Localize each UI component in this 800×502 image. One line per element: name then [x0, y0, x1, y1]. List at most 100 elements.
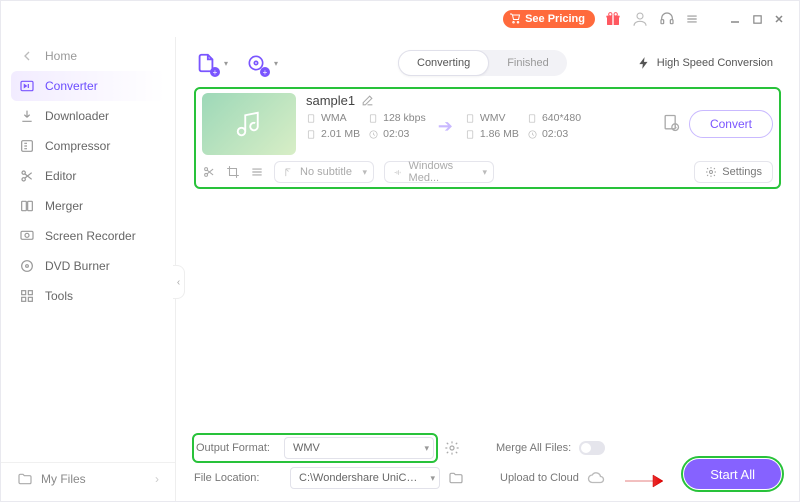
file-location-value: C:\Wondershare UniConverter 1 — [299, 472, 419, 484]
window-maximize-button[interactable] — [751, 13, 763, 25]
avatar-icon[interactable] — [631, 10, 649, 28]
file-card-highlight: sample1 WMA 2.01 MB 128 kbps 02:03 — [194, 87, 781, 189]
audio-value: Windows Med... — [409, 160, 477, 184]
output-format-dropdown[interactable]: WMV ▾ — [284, 437, 434, 459]
trim-icon[interactable] — [202, 165, 216, 179]
src-format: WMA — [306, 112, 360, 124]
sidebar-home[interactable]: Home — [11, 41, 165, 71]
sidebar-item-downloader[interactable]: Downloader — [11, 101, 165, 131]
sidebar-item-label: Merger — [45, 199, 83, 213]
sidebar-item-label: Tools — [45, 289, 73, 303]
subtitle-dropdown[interactable]: No subtitle ▾ — [274, 161, 374, 183]
my-files-label: My Files — [41, 472, 86, 486]
src-size: 2.01 MB — [306, 128, 360, 140]
dst-format: WMV — [465, 112, 519, 124]
output-settings-icon[interactable] — [444, 440, 460, 456]
annotation-arrow — [623, 471, 665, 491]
output-format-label: Output Format: — [196, 442, 284, 454]
merge-label: Merge All Files: — [496, 442, 571, 454]
content-toolbar: + ▾ + ▾ Converting Finished High Speed C… — [194, 45, 781, 81]
start-all-button[interactable]: Start All — [684, 459, 781, 489]
sidebar-item-label: Editor — [45, 169, 76, 183]
file-title: sample1 — [306, 93, 355, 108]
open-folder-icon[interactable] — [448, 470, 464, 486]
add-file-button[interactable]: + ▾ — [194, 51, 218, 75]
cloud-icon[interactable] — [587, 469, 605, 487]
sidebar-item-label: Downloader — [45, 109, 109, 123]
scissors-icon — [19, 168, 35, 184]
high-speed-toggle[interactable]: High Speed Conversion — [637, 56, 773, 70]
file-location-label: File Location: — [194, 472, 282, 484]
sidebar-item-merger[interactable]: Merger — [11, 191, 165, 221]
window-minimize-button[interactable] — [729, 13, 741, 25]
collapse-sidebar-button[interactable]: ‹ — [173, 265, 185, 299]
file-card: sample1 WMA 2.01 MB 128 kbps 02:03 — [202, 93, 773, 155]
src-bitrate: 128 kbps — [368, 112, 426, 124]
sidebar-item-editor[interactable]: Editor — [11, 161, 165, 191]
subtitle-icon — [283, 167, 294, 178]
sidebar-item-screen-recorder[interactable]: Screen Recorder — [11, 221, 165, 251]
folder-icon — [17, 471, 33, 487]
sidebar-home-label: Home — [45, 49, 77, 63]
add-disc-button[interactable]: + ▾ — [244, 51, 268, 75]
file-edit-row: No subtitle ▾ Windows Med... ▾ Settings — [202, 161, 773, 183]
dst-resolution: 640*480 — [527, 112, 581, 124]
chevron-down-icon: ▾ — [424, 443, 429, 454]
arrow-right-icon: ➔ — [434, 116, 457, 137]
chevron-left-icon — [19, 48, 35, 64]
disc-icon — [19, 258, 35, 274]
recorder-icon — [19, 228, 35, 244]
grid-icon — [19, 288, 35, 304]
convert-button[interactable]: Convert — [689, 110, 773, 138]
sidebar-item-dvd-burner[interactable]: DVD Burner — [11, 251, 165, 281]
high-speed-label: High Speed Conversion — [657, 57, 773, 69]
sidebar-item-label: Converter — [45, 79, 98, 93]
sidebar-item-label: DVD Burner — [45, 259, 110, 273]
gear-icon — [705, 166, 717, 178]
file-location-dropdown[interactable]: C:\Wondershare UniConverter 1 ▾ — [290, 467, 440, 489]
file-settings-button[interactable]: Settings — [694, 161, 773, 183]
see-pricing-label: See Pricing — [525, 13, 585, 25]
merge-toggle[interactable] — [579, 441, 605, 455]
src-duration: 02:03 — [368, 128, 426, 140]
list-icon[interactable] — [250, 165, 264, 179]
sidebar-item-converter[interactable]: Converter — [11, 71, 165, 101]
bolt-icon — [637, 56, 651, 70]
file-presets-icon[interactable] — [661, 113, 681, 136]
converter-icon — [19, 78, 35, 94]
subtitle-value: No subtitle — [300, 166, 352, 178]
hamburger-icon[interactable] — [685, 12, 699, 26]
titlebar: See Pricing — [1, 1, 799, 37]
file-thumbnail[interactable] — [202, 93, 296, 155]
chevron-down-icon: ▾ — [430, 473, 435, 484]
headset-icon[interactable] — [659, 11, 675, 27]
settings-label: Settings — [722, 166, 762, 178]
upload-label: Upload to Cloud — [500, 472, 579, 484]
chevron-down-icon: ▾ — [362, 167, 367, 178]
sidebar: Home Converter Downloader Compressor Edi… — [1, 37, 176, 501]
tab-converting[interactable]: Converting — [398, 50, 489, 76]
download-icon — [19, 108, 35, 124]
crop-icon[interactable] — [226, 165, 240, 179]
chevron-right-icon: › — [155, 472, 159, 486]
tab-finished[interactable]: Finished — [489, 50, 567, 76]
output-format-value: WMV — [293, 442, 320, 454]
sidebar-item-compressor[interactable]: Compressor — [11, 131, 165, 161]
compressor-icon — [19, 138, 35, 154]
sidebar-item-label: Screen Recorder — [45, 229, 136, 243]
dst-duration: 02:03 — [527, 128, 581, 140]
edit-icon[interactable] — [361, 94, 374, 107]
music-note-icon — [234, 109, 264, 139]
sidebar-my-files[interactable]: My Files › — [1, 462, 175, 501]
sidebar-item-tools[interactable]: Tools — [11, 281, 165, 311]
gift-icon[interactable] — [605, 11, 621, 27]
see-pricing-button[interactable]: See Pricing — [503, 10, 595, 28]
audio-dropdown[interactable]: Windows Med... ▾ — [384, 161, 494, 183]
audio-icon — [393, 167, 403, 178]
sidebar-item-label: Compressor — [45, 139, 110, 153]
window-close-button[interactable] — [773, 13, 785, 25]
cart-icon — [509, 13, 521, 25]
bottom-bar: Output Format: WMV ▾ Merge All Files: Fi… — [194, 435, 781, 489]
merger-icon — [19, 198, 35, 214]
dst-size: 1.86 MB — [465, 128, 519, 140]
